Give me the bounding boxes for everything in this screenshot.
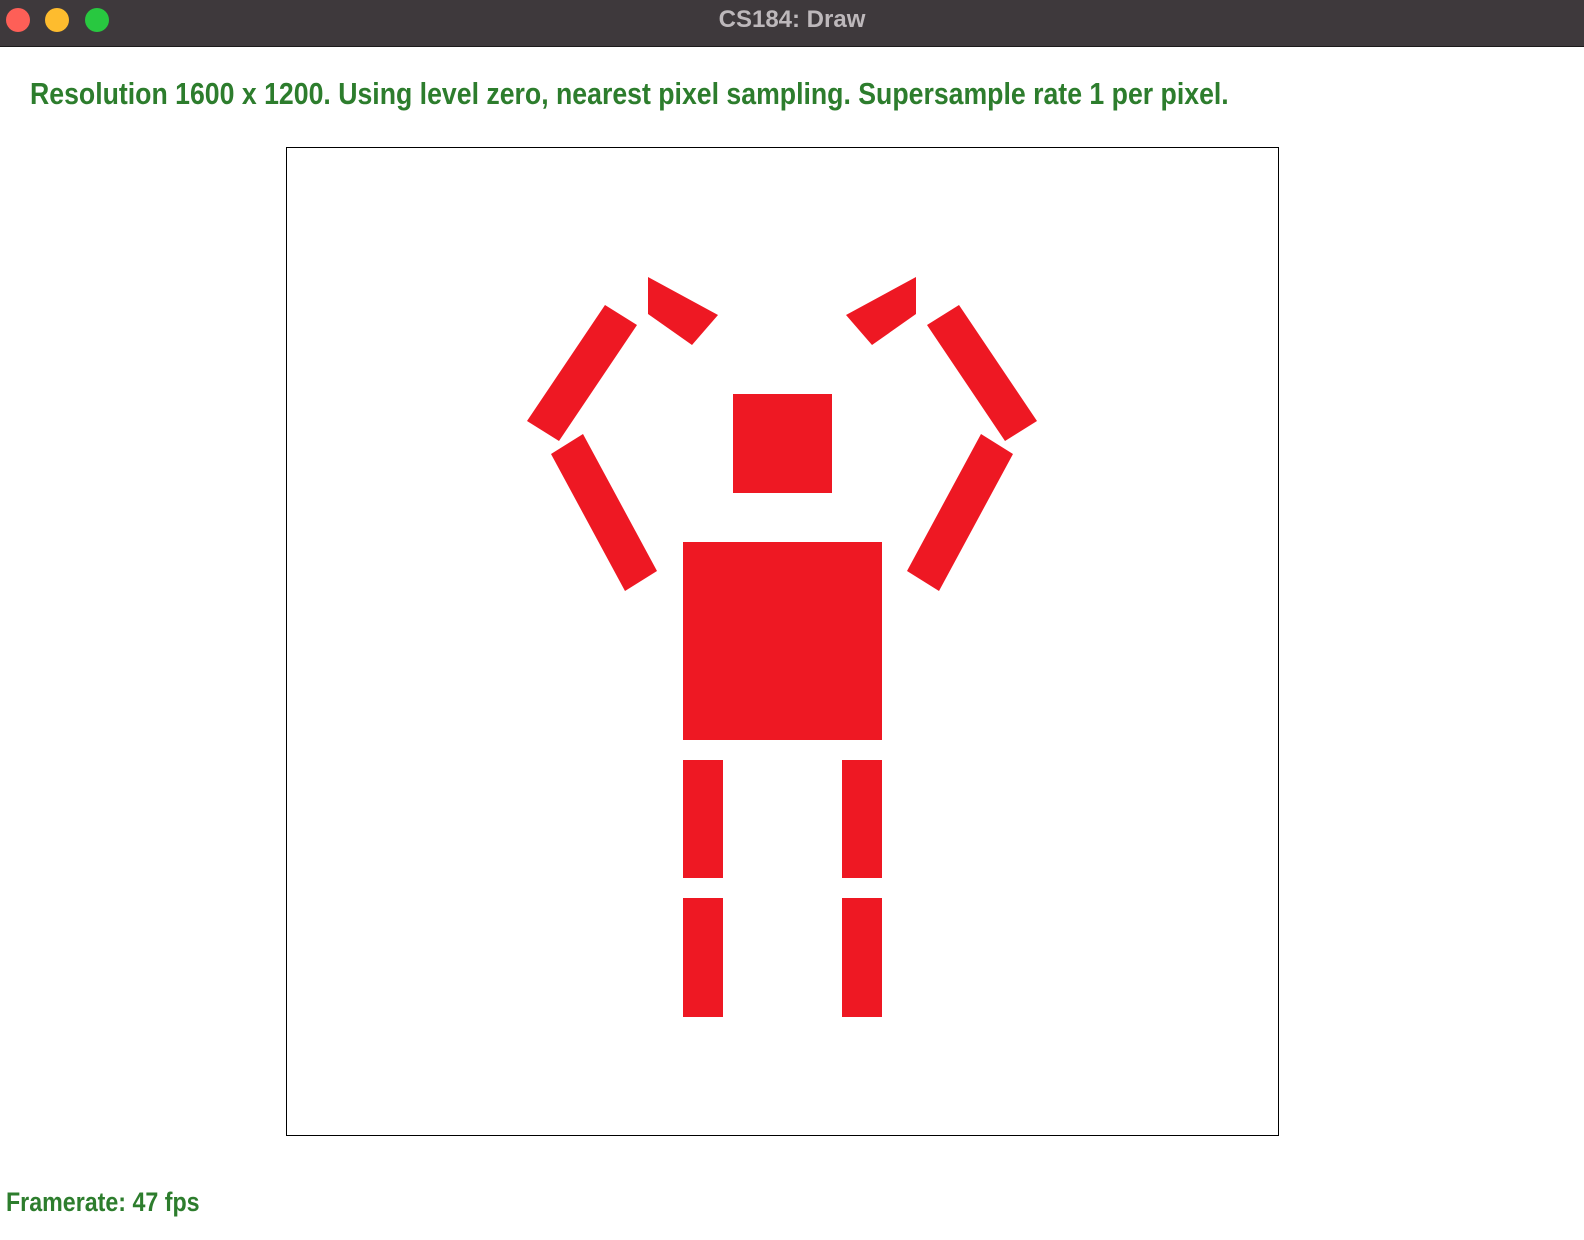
robot-left-upper-leg: [683, 760, 723, 878]
robot-left-hand: [648, 277, 718, 345]
robot-right-hand: [846, 277, 916, 345]
robot-head: [733, 394, 832, 493]
robot-left-upper-arm: [551, 434, 657, 591]
status-text: Resolution 1600 x 1200. Using level zero…: [30, 76, 1229, 111]
robot-right-forearm: [927, 305, 1037, 441]
robot-left-forearm: [527, 305, 637, 441]
robot-right-upper-arm: [907, 434, 1013, 591]
framerate-text: Framerate: 47 fps: [6, 1187, 200, 1217]
window-title: CS184: Draw: [718, 6, 866, 33]
robot-drawing: [527, 277, 1037, 1017]
robot-left-lower-leg: [683, 898, 723, 1017]
drawing-canvas[interactable]: [286, 147, 1279, 1136]
robot-right-lower-leg: [842, 898, 882, 1017]
robot-right-upper-leg: [842, 760, 882, 878]
robot-torso: [683, 542, 882, 740]
window-titlebar: CS184: Draw: [0, 0, 1584, 47]
